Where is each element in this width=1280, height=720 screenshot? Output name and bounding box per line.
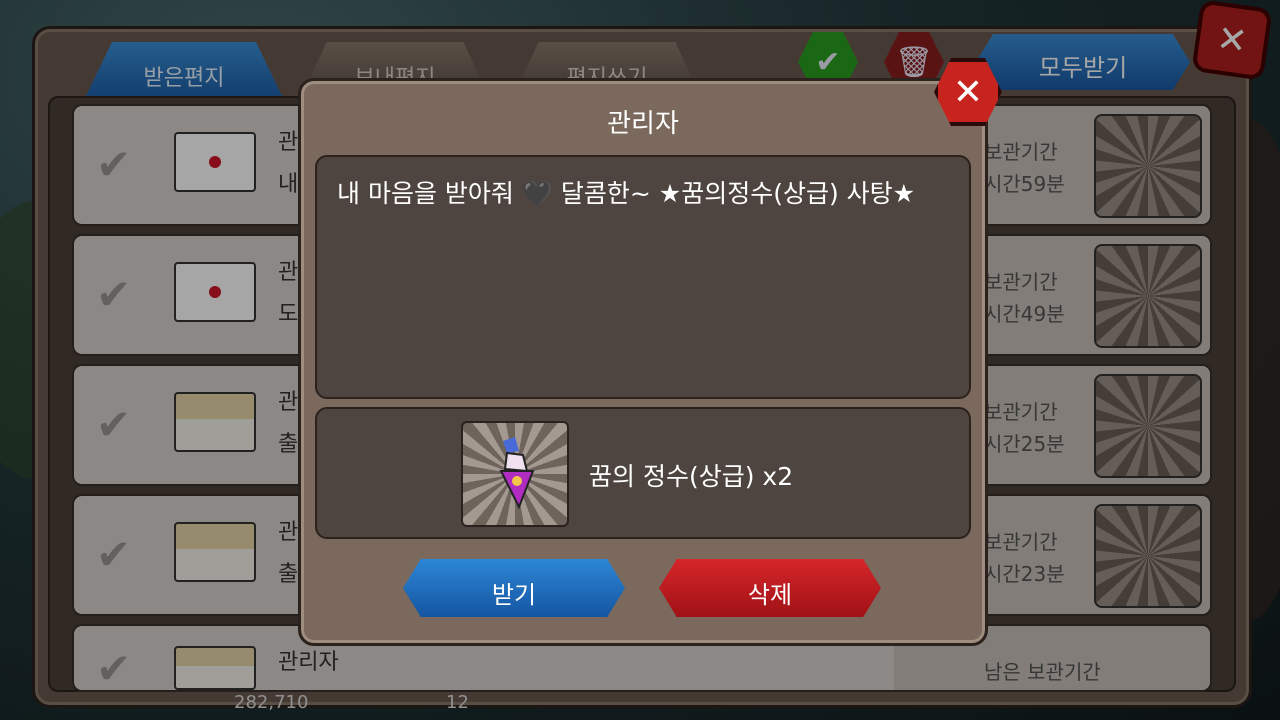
reward-box: 꿈의 정수(상급) x2: [315, 407, 971, 539]
receive-button[interactable]: 받기: [403, 559, 625, 617]
dialog-title: 관리자: [607, 109, 679, 139]
delete-button[interactable]: 삭제: [659, 559, 881, 617]
potion-icon: [499, 437, 535, 509]
reward-item-image: [461, 421, 569, 527]
message-text: 내 마음을 받아줘 🖤 달콤한~ ★꿈의정수(상급) 사탕★: [337, 179, 916, 208]
close-icon: ✕: [952, 71, 984, 113]
reward-label: 꿈의 정수(상급) x2: [589, 462, 794, 491]
mail-detail-dialog: 관리자 내 마음을 받아줘 🖤 달콤한~ ★꿈의정수(상급) 사탕★ 꿈의 정수…: [298, 78, 988, 646]
message-box: 내 마음을 받아줘 🖤 달콤한~ ★꿈의정수(상급) 사탕★: [315, 155, 971, 399]
